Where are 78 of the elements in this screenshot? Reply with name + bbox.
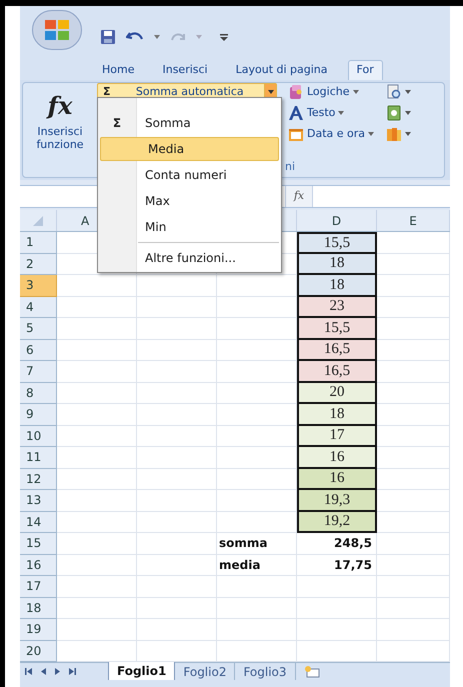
book-icon (386, 105, 402, 121)
function-category-button[interactable]: Data e ora (288, 125, 386, 143)
math-button[interactable] (386, 105, 411, 121)
column-header[interactable]: D (297, 210, 377, 231)
function-category-button[interactable]: Logiche (288, 83, 386, 101)
row-header[interactable]: 15 (20, 533, 57, 554)
menu-item[interactable]: Min (136, 214, 281, 240)
menu-item[interactable]: Altre funzioni... (136, 245, 281, 271)
ribbon-tab[interactable]: Inserisci (154, 60, 216, 80)
column-header[interactable]: E (377, 210, 450, 231)
row-header[interactable]: 7 (20, 361, 57, 382)
insert-sheet-icon[interactable] (304, 666, 320, 678)
table-cell: 18 (297, 404, 377, 426)
menu-item[interactable]: Somma (136, 110, 281, 136)
table-cell: 15,5 (297, 232, 377, 254)
table-cell: 16 (297, 447, 377, 468)
lookup-button[interactable] (386, 84, 411, 100)
caret-icon[interactable] (405, 111, 411, 115)
gift-box-icon (288, 84, 304, 100)
row-header[interactable]: 16 (20, 554, 57, 576)
books-icon (386, 126, 402, 142)
table-cell: 18 (297, 254, 377, 275)
previous-sheet-icon[interactable] (41, 668, 46, 675)
table-cell: 15,5 (297, 318, 377, 340)
table-cell: 19,3 (297, 490, 377, 512)
table-cell: somma (217, 533, 297, 554)
table-cell: 19,2 (297, 512, 377, 533)
table-cell: 17,75 (297, 554, 377, 576)
row-header[interactable]: 6 (20, 340, 57, 361)
table-cell: 18 (297, 275, 377, 296)
row-header[interactable]: 14 (20, 512, 57, 533)
ribbon-tab[interactable]: Layout di pagina (228, 60, 336, 80)
caret-icon[interactable] (405, 90, 411, 94)
row-header[interactable]: 5 (20, 318, 57, 340)
table-cell: media (217, 554, 297, 576)
more-functions-button[interactable] (386, 126, 411, 142)
table-cell: 16,5 (297, 361, 377, 382)
table-cell: 23 (297, 296, 377, 318)
letter-a-icon (288, 105, 304, 121)
ribbon-tab[interactable]: For (348, 60, 383, 80)
menu-item[interactable]: Conta numeri (136, 162, 281, 188)
row-header[interactable]: 17 (20, 576, 57, 598)
table-cell: 20 (297, 382, 377, 404)
customize-toolbar-icon[interactable] (220, 33, 228, 41)
function-category-button[interactable]: Testo (288, 104, 386, 122)
menu-item[interactable]: Media (100, 137, 279, 161)
row-header[interactable]: 9 (20, 404, 57, 426)
insert-function-button[interactable]: fx (285, 186, 313, 207)
row-header[interactable]: 19 (20, 619, 57, 640)
row-header[interactable]: 18 (20, 598, 57, 619)
row-header[interactable]: 11 (20, 447, 57, 468)
last-sheet-icon[interactable] (69, 668, 76, 675)
caret-icon (196, 35, 202, 39)
first-sheet-icon[interactable] (25, 668, 32, 675)
table-cell: 248,5 (297, 533, 377, 554)
sheet-tab[interactable]: Foglio1 (108, 662, 176, 680)
table-cell: 17 (297, 426, 377, 447)
row-header[interactable]: 8 (20, 382, 57, 404)
row-header[interactable]: 13 (20, 490, 57, 512)
menu-item[interactable]: Max (136, 188, 281, 214)
insert-function-button[interactable]: fx Inserisci funzione (23, 83, 97, 177)
row-header[interactable]: 4 (20, 296, 57, 318)
ribbon-tab[interactable]: Home (94, 60, 142, 80)
row-header[interactable]: 12 (20, 468, 57, 490)
calendar-icon (288, 126, 304, 142)
row-header[interactable]: 3 (20, 275, 57, 296)
row-header[interactable]: 1 (20, 232, 57, 254)
office-logo-icon (44, 19, 70, 41)
group-label: ni (285, 158, 296, 174)
save-icon[interactable] (100, 29, 116, 45)
caret-icon[interactable] (405, 132, 411, 136)
table-cell: 16 (297, 468, 377, 490)
sigma-symbol: Σ (112, 115, 122, 132)
row-header[interactable]: 2 (20, 254, 57, 275)
next-sheet-icon[interactable] (55, 668, 60, 675)
table-cell: 16,5 (297, 340, 377, 361)
row-header[interactable]: 20 (20, 640, 57, 662)
row-header[interactable]: 10 (20, 426, 57, 447)
